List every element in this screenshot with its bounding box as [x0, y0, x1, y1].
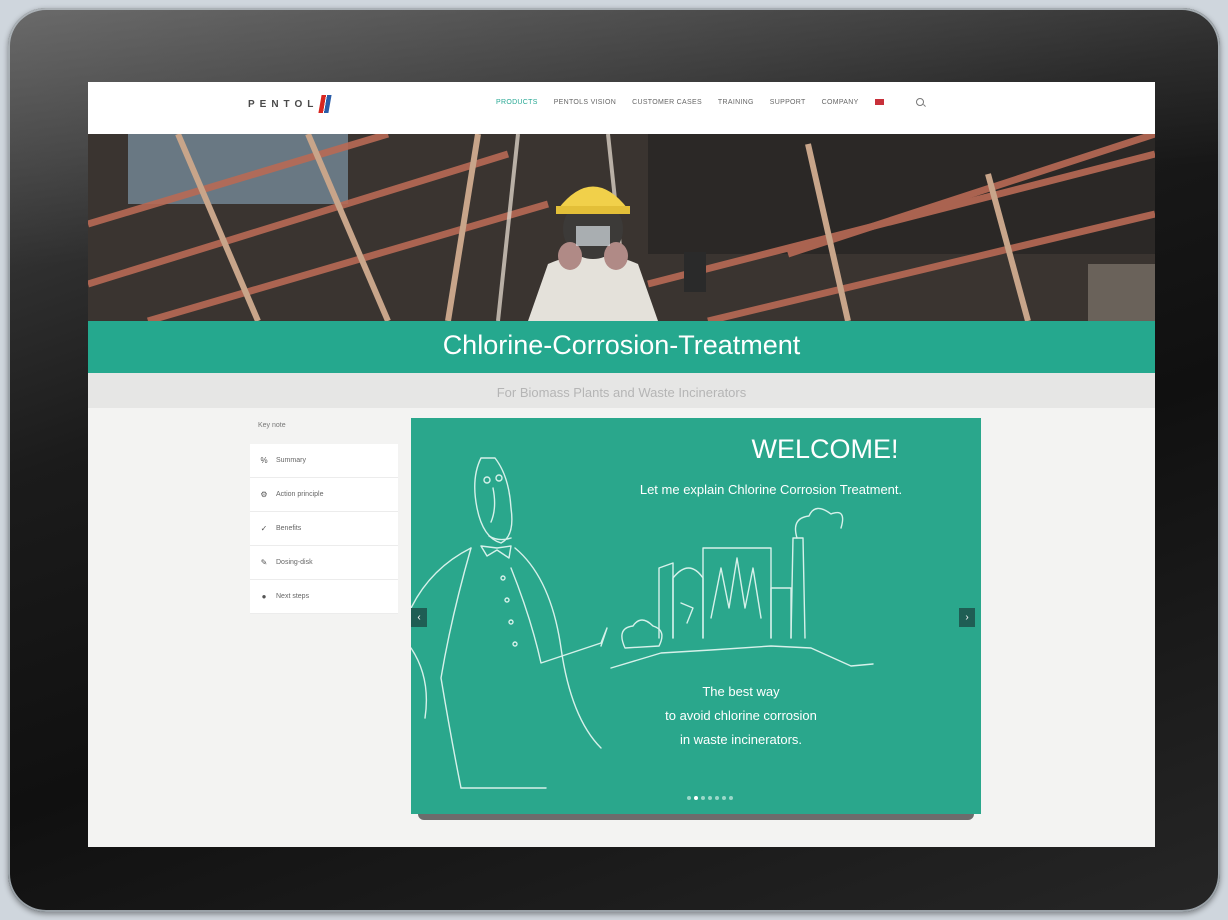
- check-icon: ✓: [260, 524, 268, 533]
- pagination-dot[interactable]: [722, 796, 726, 800]
- sidebar-item-summary[interactable]: % Summary: [250, 444, 398, 478]
- hero-image: [88, 134, 1155, 321]
- sidebar-item-label: Summary: [276, 457, 306, 464]
- pagination-dot[interactable]: [701, 796, 705, 800]
- nav-item-support[interactable]: SUPPORT: [770, 99, 806, 106]
- sidebar-item-dosing-disk[interactable]: ✎ Dosing-disk: [250, 546, 398, 580]
- nav-item-training[interactable]: TRAINING: [718, 99, 754, 106]
- slide-body: The best way to avoid chlorine corrosion…: [611, 680, 871, 752]
- logo-text: PENTOL: [248, 98, 319, 110]
- flag-icon[interactable]: [874, 99, 884, 105]
- slide-title: WELCOME!: [751, 434, 899, 464]
- pentol-logo[interactable]: PENTOL: [248, 95, 332, 113]
- page-title: Chlorine-Corrosion-Treatment: [442, 330, 801, 360]
- pagination-dot[interactable]: [715, 796, 719, 800]
- scaffolding-worker-illustration: [88, 134, 1155, 321]
- search-icon[interactable]: [915, 98, 924, 106]
- pagination-dot[interactable]: [694, 796, 698, 800]
- tablet-screen: PENTOL PRODUCTS PENTOLS VISION CUSTOMER …: [88, 82, 1155, 847]
- percent-icon: %: [260, 456, 268, 465]
- logo-mark-icon: [318, 95, 332, 113]
- slide-body-line: to avoid chlorine corrosion: [665, 708, 817, 723]
- nav-item-pentols-vision[interactable]: PENTOLS VISION: [554, 99, 616, 106]
- slide-prev-button[interactable]: ‹: [411, 608, 427, 627]
- slide-shadow: [418, 814, 974, 820]
- circle-icon: ●: [261, 592, 267, 601]
- page-subtitle: For Biomass Plants and Waste Incinerator…: [496, 385, 747, 400]
- nav-item-customer-cases[interactable]: CUSTOMER CASES: [632, 99, 702, 106]
- slide-body-line: in waste incinerators.: [679, 732, 803, 747]
- pagination-dot[interactable]: [729, 796, 733, 800]
- sidebar-item-benefits[interactable]: ✓ Benefits: [250, 512, 398, 546]
- explainer-line-illustration: [411, 457, 874, 789]
- slide-pagination: [411, 796, 981, 800]
- main-menu: PRODUCTS PENTOLS VISION CUSTOMER CASES T…: [496, 98, 924, 106]
- sidebar-menu: % Summary ⚙ Action principle ✓ Benefits …: [250, 444, 398, 614]
- sidebar-heading: Key note: [258, 422, 286, 429]
- sidebar-item-action-principle[interactable]: ⚙ Action principle: [250, 478, 398, 512]
- sidebar-item-label: Dosing-disk: [276, 559, 313, 566]
- sidebar-item-label: Next steps: [276, 593, 310, 600]
- nav-item-products[interactable]: PRODUCTS: [496, 99, 538, 106]
- sidebar-item-next-steps[interactable]: ● Next steps: [250, 580, 398, 614]
- wrench-icon: ✎: [260, 558, 268, 567]
- slide-intro: Let me explain Chlorine Corrosion Treatm…: [639, 482, 903, 497]
- welcome-slide: WELCOME! Let me explain Chlorine Corrosi…: [411, 418, 981, 814]
- sidebar-item-label: Action principle: [276, 491, 324, 498]
- pagination-dot[interactable]: [708, 796, 712, 800]
- slide-next-button[interactable]: ›: [959, 608, 975, 627]
- top-navigation: PENTOL PRODUCTS PENTOLS VISION CUSTOMER …: [88, 82, 1155, 134]
- sidebar-item-label: Benefits: [276, 525, 302, 532]
- pagination-dot[interactable]: [687, 796, 691, 800]
- gear-icon: ⚙: [260, 490, 268, 499]
- nav-item-company[interactable]: COMPANY: [822, 99, 859, 106]
- slide-body-line: The best way: [702, 684, 780, 699]
